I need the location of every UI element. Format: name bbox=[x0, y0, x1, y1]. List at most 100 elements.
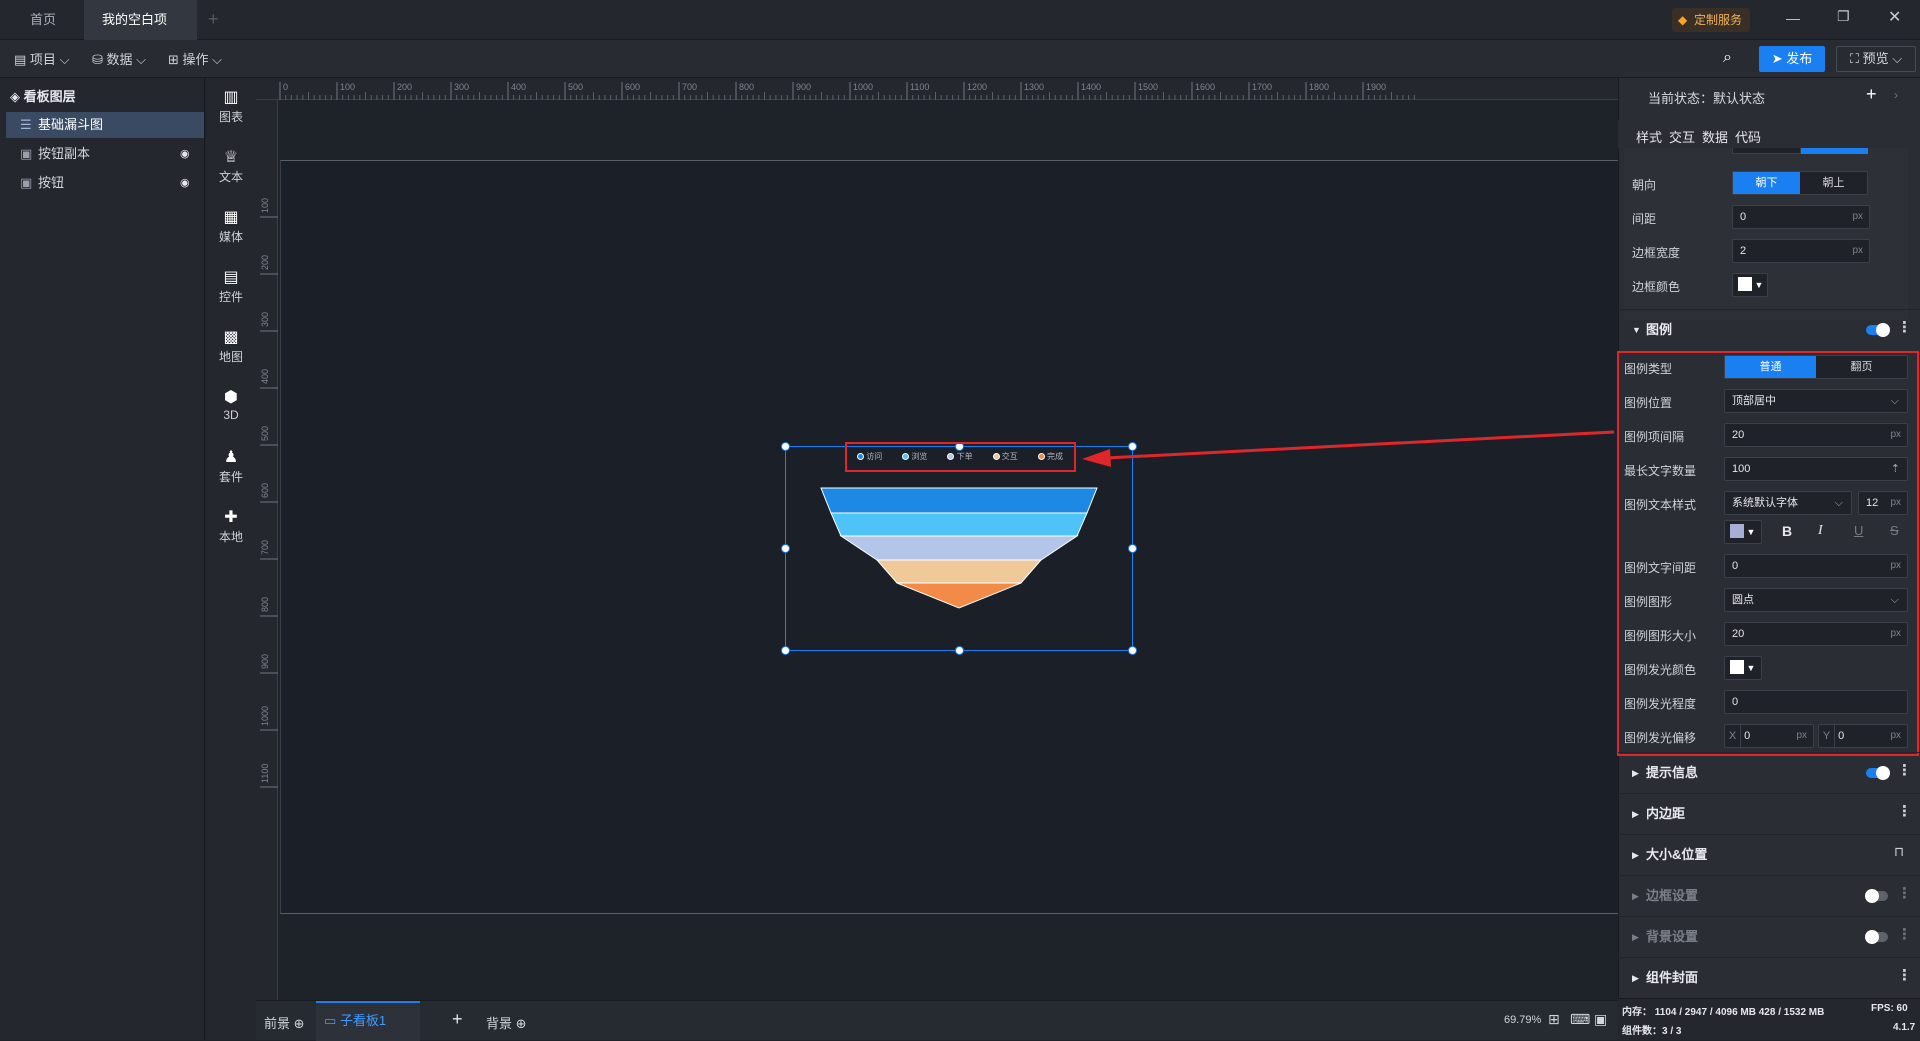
component-3d[interactable]: ⬢ 3D bbox=[206, 388, 256, 422]
legend-shape-size-input[interactable]: 20 px bbox=[1724, 622, 1908, 646]
background-toggle[interactable] bbox=[1865, 930, 1888, 944]
legend-item-gap-input[interactable]: 20 px bbox=[1724, 423, 1908, 447]
chevron-right-icon[interactable]: › bbox=[1894, 88, 1898, 102]
custom-service-label: 定制服务 bbox=[1694, 13, 1743, 27]
legend-position-select[interactable]: 顶部居中 ⌵ bbox=[1724, 389, 1908, 413]
fit-screen-icon[interactable]: ⊞ bbox=[1548, 1011, 1560, 1028]
glow-offset-x-input[interactable]: X 0 px bbox=[1724, 724, 1814, 748]
legend-text-style-label: 图例文本样式 bbox=[1624, 498, 1697, 512]
tab-style[interactable]: 样式 bbox=[1636, 127, 1662, 146]
tab-interaction[interactable]: 交互 bbox=[1669, 127, 1695, 146]
gap-input[interactable]: 0 px bbox=[1732, 205, 1870, 229]
custom-service-button[interactable]: ◆ 定制服务 bbox=[1672, 8, 1750, 32]
ruler-label: 1000 bbox=[853, 82, 873, 92]
ruler-label: 1300 bbox=[1024, 82, 1044, 92]
ruler-label: 500 bbox=[260, 426, 270, 441]
more-icon[interactable]: ⋮ bbox=[1897, 884, 1912, 902]
direction-segment[interactable]: 朝下 朝上 bbox=[1732, 171, 1868, 195]
border-width-label: 边框宽度 bbox=[1632, 246, 1681, 260]
menu-data[interactable]: ⛁ 数据 ⌵ bbox=[92, 49, 146, 71]
tab-project[interactable]: 我的空白项目 bbox=[84, 0, 197, 67]
add-circle-icon[interactable]: ⊕ bbox=[294, 1016, 305, 1031]
title-bar: 首页 我的空白项目 + ◆ 定制服务 — ❐ ✕ bbox=[0, 0, 1920, 67]
direction-down-option[interactable]: 朝下 bbox=[1733, 172, 1800, 194]
preview-button[interactable]: ⛶ 预览 ⌵ bbox=[1836, 46, 1916, 72]
border-color-picker[interactable]: ▼ bbox=[1732, 273, 1768, 297]
italic-icon[interactable]: I bbox=[1818, 523, 1823, 539]
bottom-bar: 前景 ⊕ ▭ 子看板1 + 背景 ⊕ 69.79% ⊞ ⌨ ▣ bbox=[256, 1000, 1618, 1041]
ruler-label: 800 bbox=[260, 597, 270, 612]
layer-item-button-copy[interactable]: ▣ 按钮副本 ◉ bbox=[6, 141, 204, 167]
legend-type-paged[interactable]: 翻页 bbox=[1816, 356, 1907, 378]
component-chart[interactable]: ▥ 图表 bbox=[206, 88, 256, 125]
lock-icon[interactable]: ⊓ bbox=[1894, 844, 1904, 860]
tab-data[interactable]: 数据 bbox=[1702, 127, 1728, 146]
section-padding[interactable]: ▶ 内边距 bbox=[1618, 793, 1920, 833]
more-icon[interactable]: ⋮ bbox=[1897, 761, 1912, 779]
menu-operation[interactable]: ⊞ 操作 ⌵ bbox=[168, 49, 222, 71]
image-icon: ▣ bbox=[20, 175, 33, 190]
more-icon[interactable]: ⋮ bbox=[1897, 802, 1912, 820]
strikethrough-icon[interactable]: S bbox=[1890, 523, 1899, 538]
arrow-up-icon[interactable]: ⇡ bbox=[1891, 458, 1900, 480]
more-icon[interactable]: ⋮ bbox=[1897, 925, 1912, 943]
tooltip-toggle[interactable] bbox=[1866, 766, 1890, 780]
hidden-eye-icon[interactable]: ◉ bbox=[180, 141, 190, 167]
background-tab[interactable]: 背景 ⊕ bbox=[486, 1013, 527, 1032]
legend-text-color-picker[interactable]: ▼ bbox=[1724, 520, 1762, 544]
close-icon[interactable]: ✕ bbox=[1888, 7, 1901, 27]
component-text[interactable]: ♕ 文本 bbox=[206, 148, 256, 185]
more-icon[interactable]: ⋮ bbox=[1897, 966, 1912, 984]
component-local[interactable]: ✚ 本地 bbox=[206, 508, 256, 545]
component-control[interactable]: ▤ 控件 bbox=[206, 268, 256, 305]
border-width-input[interactable]: 2 px bbox=[1732, 239, 1870, 263]
caret-down-icon: ▼ bbox=[1632, 325, 1641, 335]
new-tab-icon[interactable]: + bbox=[208, 9, 219, 30]
font-family-select[interactable]: 系统默认字体 ⌵ bbox=[1724, 491, 1852, 515]
terminal-icon[interactable]: ▣ bbox=[1594, 1011, 1607, 1028]
component-kit[interactable]: ♟ 套件 bbox=[206, 448, 256, 485]
layer-item-funnel[interactable]: ☰ 基础漏斗图 bbox=[6, 112, 204, 138]
legend-shape-select[interactable]: 圆点 ⌵ bbox=[1724, 588, 1908, 612]
menu-project[interactable]: ▤ 项目 ⌵ bbox=[14, 49, 69, 71]
layers-icon: ◈ bbox=[10, 89, 20, 104]
sub-board-tab[interactable]: ▭ 子看板1 bbox=[316, 1001, 420, 1041]
border-toggle[interactable] bbox=[1865, 889, 1888, 903]
direction-label: 朝向 bbox=[1632, 178, 1657, 192]
legend-toggle[interactable] bbox=[1866, 323, 1890, 337]
fps-status: FPS: 60 bbox=[1871, 1003, 1908, 1014]
legend-type-normal[interactable]: 普通 bbox=[1725, 356, 1816, 378]
minimize-icon[interactable]: — bbox=[1786, 10, 1800, 26]
tab-home[interactable]: 首页 bbox=[12, 0, 74, 40]
add-state-icon[interactable]: + bbox=[1866, 84, 1877, 105]
legend-glow-color-picker[interactable]: ▼ bbox=[1724, 656, 1762, 680]
tab-code[interactable]: 代码 bbox=[1735, 127, 1761, 146]
glow-offset-y-input[interactable]: Y 0 px bbox=[1818, 724, 1908, 748]
legend-type-segment[interactable]: 普通 翻页 bbox=[1724, 355, 1908, 379]
restore-icon[interactable]: ❐ bbox=[1837, 8, 1850, 25]
underline-icon[interactable]: U bbox=[1854, 523, 1863, 538]
hidden-eye-icon[interactable]: ◉ bbox=[180, 170, 190, 196]
layer-item-button[interactable]: ▣ 按钮 ◉ bbox=[6, 170, 204, 196]
section-size-position[interactable]: ▶ 大小&位置 bbox=[1618, 834, 1920, 874]
legend-text-spacing-input[interactable]: 0 px bbox=[1724, 554, 1908, 578]
publish-button[interactable]: ➤ 发布 bbox=[1759, 46, 1825, 72]
add-board-icon[interactable]: + bbox=[452, 1009, 463, 1030]
add-circle-icon[interactable]: ⊕ bbox=[516, 1016, 527, 1031]
max-text-input[interactable]: 100 ⇡ bbox=[1724, 457, 1908, 481]
legend-glow-level-input[interactable]: 0 bbox=[1724, 690, 1908, 714]
section-cover[interactable]: ▶ 组件封面 bbox=[1618, 957, 1920, 997]
zoom-level[interactable]: 69.79% bbox=[1504, 1014, 1541, 1026]
font-size-input[interactable]: 12 px bbox=[1858, 491, 1908, 515]
foreground-tab[interactable]: 前景 ⊕ bbox=[264, 1013, 305, 1032]
ruler-label: 600 bbox=[260, 483, 270, 498]
component-media[interactable]: ▦ 媒体 bbox=[206, 208, 256, 245]
keyboard-icon[interactable]: ⌨ bbox=[1570, 1011, 1590, 1028]
more-icon[interactable]: ⋮ bbox=[1897, 318, 1912, 336]
direction-up-option[interactable]: 朝上 bbox=[1800, 172, 1867, 194]
search-icon[interactable]: ⌕ bbox=[1723, 49, 1732, 67]
ruler-label: 200 bbox=[397, 82, 412, 92]
component-map[interactable]: ▩ 地图 bbox=[206, 328, 256, 365]
bold-icon[interactable]: B bbox=[1782, 523, 1792, 539]
ruler-label: 900 bbox=[796, 82, 811, 92]
